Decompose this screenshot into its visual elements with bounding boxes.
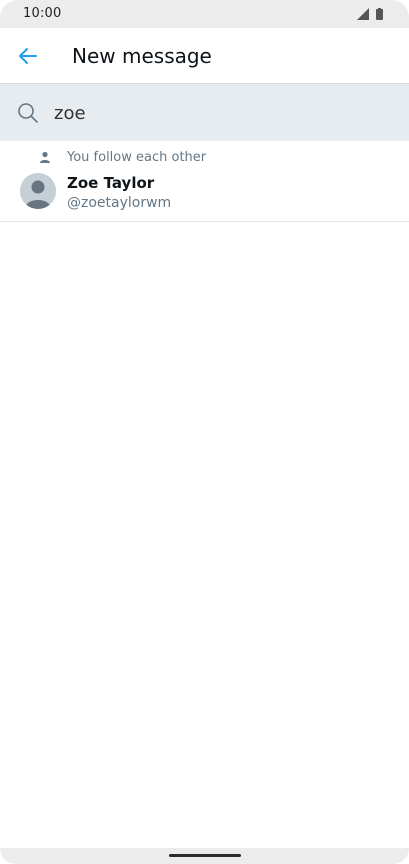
search-bar <box>0 84 409 141</box>
search-input[interactable] <box>54 98 384 128</box>
search-icon <box>18 103 38 123</box>
arrow-left-icon <box>19 48 37 64</box>
status-bar: 10:00 <box>0 0 409 28</box>
avatar[interactable] <box>20 173 56 209</box>
signal-icon <box>357 8 369 20</box>
battery-icon <box>376 8 383 20</box>
back-button[interactable] <box>12 40 44 72</box>
status-time: 10:00 <box>23 6 62 21</box>
gesture-nav-bar <box>0 848 409 864</box>
screen: 10:00 New message zoe You follow each ot… <box>0 0 409 864</box>
social-context-text: You follow each other <box>67 150 207 165</box>
home-indicator[interactable] <box>169 854 241 857</box>
user-display-name: Zoe Taylor <box>67 174 155 192</box>
default-avatar-icon <box>20 173 56 209</box>
user-result-row[interactable]: You follow each other Zoe Taylor @zoetay… <box>0 142 409 222</box>
top-app-bar: New message <box>0 28 409 84</box>
status-icons <box>357 8 387 20</box>
person-icon <box>40 151 50 163</box>
page-title: New message <box>72 44 212 68</box>
user-handle: @zoetaylorwm <box>67 195 172 211</box>
